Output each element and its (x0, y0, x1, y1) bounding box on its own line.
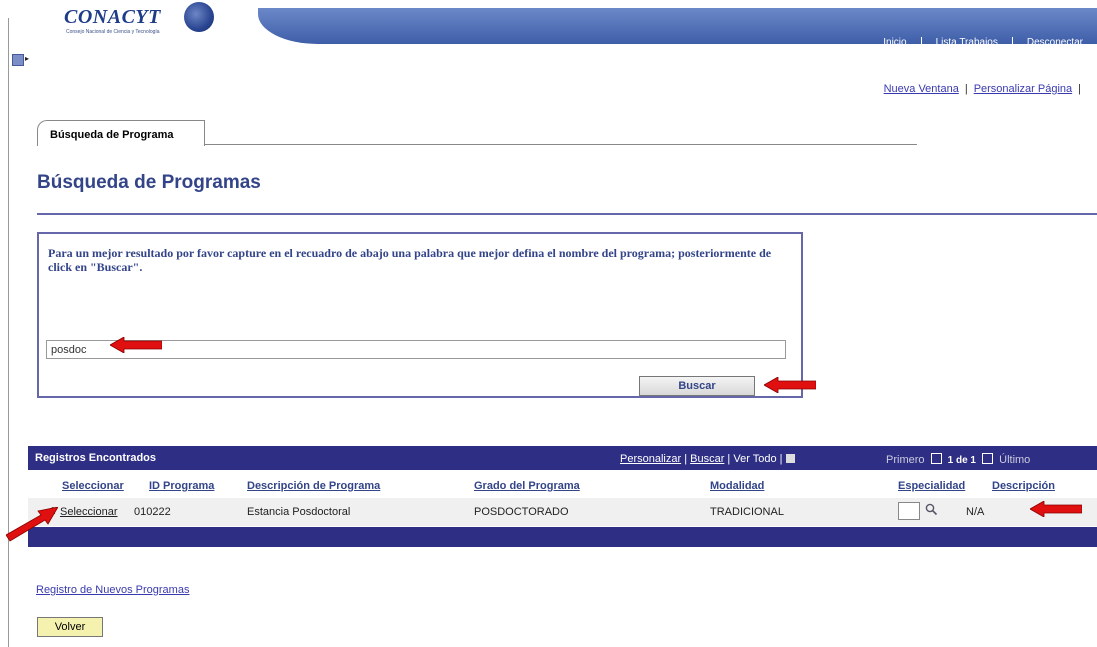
lookup-icon[interactable] (925, 503, 938, 519)
grid-navigation: Primero 1 de 1 Último (886, 453, 1030, 466)
registro-nuevos-programas-link[interactable]: Registro de Nuevos Programas (36, 584, 189, 596)
page-title: Búsqueda de Programas (37, 172, 261, 193)
grid-tools: Personalizar | Buscar | Ver Todo | (620, 453, 795, 465)
grid-find-link[interactable]: Buscar (690, 453, 724, 465)
link-separator: | (964, 83, 968, 95)
seleccionar-link[interactable]: Seleccionar (60, 506, 117, 518)
buscar-button[interactable]: Buscar (639, 376, 755, 396)
page-links: Nueva Ventana | Personalizar Página | (884, 83, 1087, 95)
nav-menu: Inicio Lista Trabajos Desconectar (869, 37, 1097, 48)
personalize-page-link[interactable]: Personalizar Página (974, 83, 1072, 95)
next-icon[interactable] (982, 453, 994, 464)
grid-header: Registros Encontrados Personalizar | Bus… (28, 446, 1097, 470)
volver-button[interactable]: Volver (37, 617, 103, 637)
cell-modalidad: TRADICIONAL (710, 506, 784, 518)
tab-busqueda-programa[interactable]: Búsqueda de Programa (37, 120, 205, 146)
logo-subtitle: Consejo Nacional de Ciencia y Tecnología (66, 29, 160, 35)
arrow-right-icon: ▸ (25, 54, 30, 63)
grid-footer (28, 527, 1097, 547)
grid-last: Último (999, 454, 1031, 466)
title-divider (37, 213, 1097, 215)
grid-view-all[interactable]: Ver Todo (733, 453, 776, 465)
left-border (8, 18, 9, 647)
nav-desconectar[interactable]: Desconectar (1011, 37, 1097, 48)
red-arrow-icon (1030, 501, 1082, 517)
nav-lista-trabajos[interactable]: Lista Trabajos (920, 37, 1012, 48)
search-instructions: Para un mejor resultado por favor captur… (48, 246, 772, 274)
especialidad-input[interactable] (898, 502, 920, 520)
logo-text: CONACYT (64, 6, 161, 28)
grid-title: Registros Encontrados (35, 452, 157, 464)
col-seleccionar[interactable]: Seleccionar (62, 480, 124, 492)
link-separator: | (1078, 83, 1081, 95)
col-modalidad[interactable]: Modalidad (710, 480, 764, 492)
cell-grado: POSDOCTORADO (474, 506, 569, 518)
grid-counter: 1 de 1 (947, 455, 976, 466)
red-arrow-icon (6, 507, 58, 542)
red-arrow-icon (764, 377, 816, 393)
grid-first: Primero (886, 454, 925, 466)
col-descripcion[interactable]: Descripción (992, 480, 1055, 492)
globe-icon (184, 2, 214, 32)
grid-personalize-link[interactable]: Personalizar (620, 453, 681, 465)
new-window-link[interactable]: Nueva Ventana (884, 83, 959, 95)
cell-descripcion-especialidad: N/A (966, 506, 985, 518)
col-id-programa[interactable]: ID Programa (149, 480, 214, 492)
prev-icon[interactable] (930, 453, 942, 464)
grid-download-icon[interactable] (785, 454, 795, 463)
cell-descripcion: Estancia Posdoctoral (247, 506, 351, 518)
cell-id-programa: 010222 (134, 506, 171, 518)
nav-inicio[interactable]: Inicio (869, 37, 920, 48)
red-arrow-icon (110, 337, 162, 353)
history-menu-icon[interactable] (12, 54, 24, 66)
tab-rule (204, 144, 917, 145)
col-grado-programa[interactable]: Grado del Programa (474, 480, 580, 492)
col-especialidad[interactable]: Especialidad (898, 480, 965, 492)
top-navbar: Inicio Lista Trabajos Desconectar (258, 8, 1097, 48)
col-descripcion-programa[interactable]: Descripción de Programa (247, 480, 380, 492)
